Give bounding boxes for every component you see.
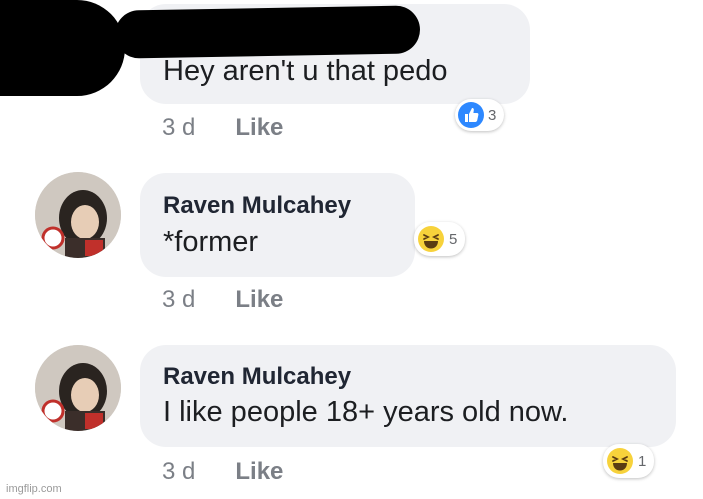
like-link[interactable]: Like	[235, 114, 283, 141]
comment-text: I like people 18+ years old now.	[163, 396, 569, 428]
like-link[interactable]: Like	[235, 286, 283, 313]
avatar[interactable]	[35, 172, 121, 258]
reaction-badge[interactable]: 5	[414, 222, 466, 256]
timestamp: 3 d	[162, 458, 196, 485]
reaction-badge[interactable]: 3	[455, 99, 505, 131]
comment-text: *former	[163, 226, 259, 258]
comment-author[interactable]: Raven Mulcahey	[163, 192, 351, 220]
comment-bubble	[140, 173, 415, 277]
comment-meta: 3 d Like	[162, 458, 283, 486]
timestamp: 3 d	[162, 286, 196, 313]
like-link[interactable]: Like	[235, 458, 283, 485]
comment-author[interactable]: Raven Mulcahey	[163, 363, 351, 391]
reaction-count: 1	[638, 452, 647, 470]
laugh-emoji-icon	[418, 226, 444, 252]
comment-meta: 3 d Like	[162, 286, 283, 314]
timestamp: 3 d	[162, 114, 196, 141]
reaction-count: 3	[488, 106, 497, 124]
redaction-mark	[0, 0, 125, 96]
reaction-badge[interactable]: 1	[603, 444, 655, 478]
reaction-count: 5	[449, 230, 458, 248]
comment-meta: 3 d Like	[162, 114, 283, 142]
watermark: imgflip.com	[6, 483, 62, 495]
redaction-mark	[114, 5, 421, 59]
laugh-emoji-icon	[607, 448, 633, 474]
thumbs-up-icon	[458, 102, 484, 128]
avatar[interactable]	[35, 345, 121, 431]
comment-text: Hey aren't u that pedo	[163, 55, 448, 87]
